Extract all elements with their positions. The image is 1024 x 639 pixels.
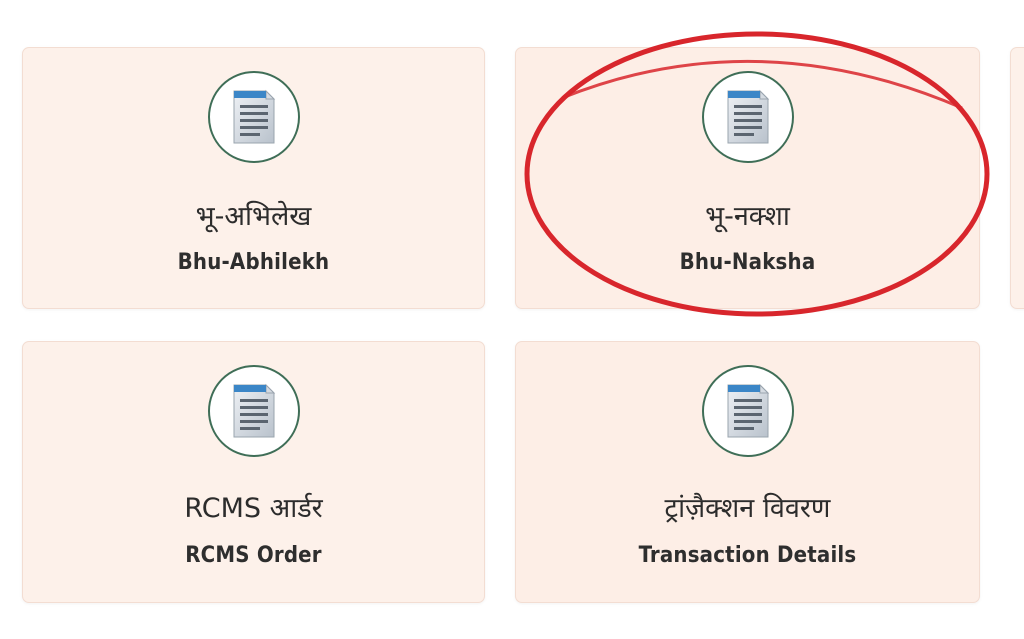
card-bhu-naksha[interactable]: भू-नक्शा Bhu-Naksha bbox=[515, 47, 980, 309]
card-title-english: Bhu-Naksha bbox=[679, 250, 816, 275]
card-transaction-details[interactable]: ट्रांज़ैक्शन विवरण Transaction Details bbox=[515, 341, 980, 603]
document-icon bbox=[207, 71, 300, 163]
card-title-hindi: ट्रांज़ैक्शन विवरण bbox=[664, 493, 831, 524]
card-title-english: Transaction Details bbox=[638, 543, 857, 568]
document-icon bbox=[701, 365, 794, 457]
card-partial[interactable] bbox=[1010, 47, 1024, 309]
service-grid: भू-अभिलेख Bhu-Abhilekh भू-नक्शा Bhu-Naks… bbox=[0, 0, 1024, 639]
card-title-hindi: भू-नक्शा bbox=[705, 201, 790, 232]
document-icon bbox=[701, 71, 794, 163]
card-title-hindi: RCMS आर्डर bbox=[184, 493, 323, 524]
card-title-hindi: भू-अभिलेख bbox=[195, 201, 312, 232]
card-title-english: RCMS Order bbox=[185, 543, 322, 568]
card-title-english: Bhu-Abhilekh bbox=[177, 250, 330, 275]
card-rcms-order[interactable]: RCMS आर्डर RCMS Order bbox=[22, 341, 485, 603]
document-icon bbox=[207, 365, 300, 457]
card-bhu-abhilekh[interactable]: भू-अभिलेख Bhu-Abhilekh bbox=[22, 47, 485, 309]
